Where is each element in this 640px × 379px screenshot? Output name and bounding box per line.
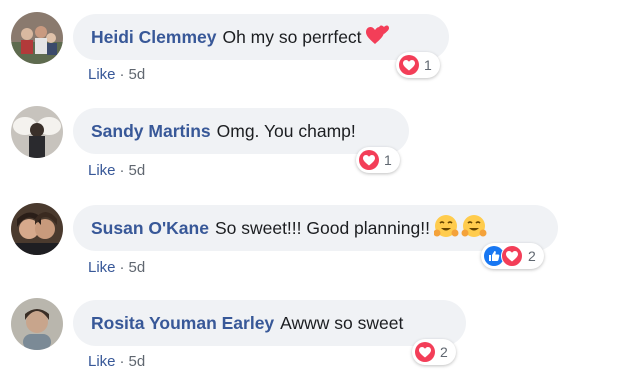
separator-dot: · xyxy=(119,259,125,276)
reaction-count: 1 xyxy=(384,152,392,168)
comment-text: Oh my so perrfect xyxy=(222,26,362,47)
comment-text: Awww so sweet xyxy=(280,312,404,333)
separator-dot: · xyxy=(119,162,125,179)
avatar[interactable] xyxy=(11,298,63,350)
comment-meta: Like · 5d xyxy=(88,353,145,370)
reaction-summary[interactable]: 1 xyxy=(396,52,440,78)
separator-dot: · xyxy=(119,353,125,370)
reaction-summary[interactable]: 1 xyxy=(356,147,400,173)
comment-time[interactable]: 5d xyxy=(129,259,146,276)
comment-time[interactable]: 5d xyxy=(129,353,146,370)
reaction-summary[interactable]: 2 xyxy=(481,243,544,269)
comment-bubble: Susan O'Kane So sweet!!! Good planning!! xyxy=(73,205,558,251)
comment-author[interactable]: Rosita Youman Earley xyxy=(91,313,274,334)
comment-bubble: Rosita Youman Earley Awww so sweet xyxy=(73,300,466,346)
comment-author[interactable]: Heidi Clemmey xyxy=(91,27,216,48)
hugging-face-emoji xyxy=(433,214,488,243)
love-reaction-icon xyxy=(415,342,435,362)
comment-meta: Like · 5d xyxy=(88,162,145,179)
love-reaction-icon xyxy=(359,150,379,170)
comment-bubble: Heidi Clemmey Oh my so perrfect xyxy=(73,14,449,60)
comment-time[interactable]: 5d xyxy=(129,162,146,179)
comment-meta: Like · 5d xyxy=(88,66,145,83)
love-reaction-icon xyxy=(501,245,523,267)
reaction-count: 2 xyxy=(528,248,536,264)
like-link[interactable]: Like xyxy=(88,353,116,370)
comment-bubble: Sandy Martins Omg. You champ! xyxy=(73,108,409,154)
comment-time[interactable]: 5d xyxy=(129,66,146,83)
reaction-count: 2 xyxy=(440,344,448,360)
avatar[interactable] xyxy=(11,203,63,255)
comment-author[interactable]: Susan O'Kane xyxy=(91,218,209,239)
avatar[interactable] xyxy=(11,12,63,64)
reaction-summary[interactable]: 2 xyxy=(412,339,456,365)
like-link[interactable]: Like xyxy=(88,66,116,83)
hearts-emoji xyxy=(365,24,390,51)
avatar[interactable] xyxy=(11,106,63,158)
separator-dot: · xyxy=(119,66,125,83)
reaction-count: 1 xyxy=(424,57,432,73)
comment-text: Omg. You champ! xyxy=(216,120,356,141)
love-reaction-icon xyxy=(399,55,419,75)
comment-meta: Like · 5d xyxy=(88,259,145,276)
like-link[interactable]: Like xyxy=(88,259,116,276)
comment-author[interactable]: Sandy Martins xyxy=(91,121,211,142)
comment-text: So sweet!!! Good planning!! xyxy=(214,217,430,238)
like-link[interactable]: Like xyxy=(88,162,116,179)
